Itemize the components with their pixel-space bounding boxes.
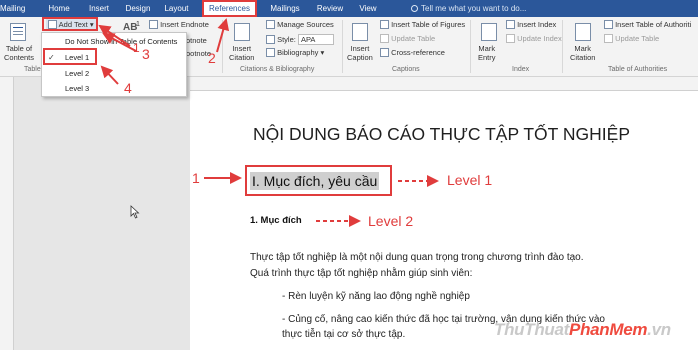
index-group-label: Index [512,66,530,73]
level-1-highlight-box [43,48,97,65]
tell-me-text: Tell me what you want to do... [421,4,527,13]
update-index-icon [506,34,515,43]
update-table-authorities-button[interactable]: Update Table [604,34,659,43]
add-text-highlight-box [42,17,98,31]
menu-item-level-3[interactable]: Level 3 [42,81,186,96]
insert-index-button[interactable]: Insert Index [506,20,556,29]
group-divider [562,20,563,73]
next-footnote-fragment[interactable]: otnote [186,36,207,45]
endnote-icon [149,20,158,29]
style-icon [266,35,275,44]
insert-table-of-figures-button[interactable]: Insert Table of Figures [380,20,465,29]
insert-citation-icon[interactable] [234,23,250,41]
authorities-group-label: Table of Authorities [608,66,668,73]
mark-citation-icon[interactable] [575,23,591,41]
table-of-figures-icon [380,20,389,29]
watermark-part-2: PhanMem [569,320,648,339]
paragraph-3: thực tiễn tại cơ sở thực tập. [282,329,406,340]
tab-layout[interactable]: Layout [160,1,193,16]
mark-entry-icon[interactable] [481,23,497,41]
mouse-cursor-icon [130,205,140,219]
annotation-number-4: 4 [124,80,132,96]
insert-table-of-authorities-button[interactable]: Insert Table of Authoriti [604,20,691,29]
group-divider [342,20,343,73]
watermark-part-1: ThuThuat [494,320,570,339]
annotation-number-1-doc: 1 [192,170,200,186]
mark-entry-button[interactable]: Mark Entry [478,44,496,62]
heading-2[interactable]: 1. Mục đích [250,215,302,226]
update-table-button[interactable]: Update Table [380,34,435,43]
update-table-icon [380,34,389,43]
tell-me-search[interactable]: Tell me what you want to do... [411,1,526,16]
style-select[interactable]: APA [297,34,334,45]
ribbon-tab-bar: Mailing Home Insert Design Layout Refere… [0,0,698,17]
update-table-label: Update Table [391,34,436,43]
captions-group-label: Captions [392,66,420,73]
tab-mailings[interactable]: Mailings [265,1,305,16]
update-table-authorities-icon [604,34,613,43]
insert-table-of-authorities-label: Insert Table of Authoriti [615,20,692,29]
insert-caption-icon[interactable] [352,23,368,41]
manage-sources-button[interactable]: Manage Sources [266,20,334,29]
table-of-authorities-icon [604,20,613,29]
paragraph-2: Quá trình thực tập tốt nghiệp nhằm giúp … [250,268,473,279]
tab-review[interactable]: Review [313,1,347,16]
insert-endnote-label: Insert Endnote [160,20,209,29]
horizontal-ruler [190,77,698,91]
insert-citation-button[interactable]: Insert Citation [229,44,254,62]
tab-insert[interactable]: Insert [84,1,114,16]
table-of-contents-button[interactable]: Table of Contents [4,44,34,62]
bibliography-label: Bibliography [277,48,319,57]
cross-reference-icon [380,48,389,57]
annotation-number-2: 2 [208,50,216,66]
superscript-marker: 1 [136,21,140,28]
annotation-level-1: Level 1 [447,172,493,188]
manage-sources-label: Manage Sources [277,20,334,29]
tab-file[interactable]: Mailing [0,1,25,16]
menu-item-level-2[interactable]: Level 2 [42,66,186,81]
bibliography-icon [266,48,275,57]
update-index-label: Update Index [517,34,562,43]
annotation-level-2: Level 2 [368,213,414,229]
cross-reference-button[interactable]: Cross-reference [380,48,445,57]
annotation-number-3: 3 [142,46,150,62]
bibliography-button[interactable]: Bibliography ▾ [266,48,324,57]
cross-reference-label: Cross-reference [391,48,445,57]
menu-item-do-not-show[interactable]: Do Not Show in Table of Contents [42,34,186,49]
group-divider [470,20,471,73]
update-table-authorities-label: Update Table [615,34,660,43]
tab-references[interactable]: References [202,0,257,17]
heading-highlight-box [245,165,392,196]
tab-design[interactable]: Design [121,1,155,16]
insert-table-of-figures-label: Insert Table of Figures [391,20,466,29]
toc-group-label: Table [24,66,41,73]
table-of-contents-icon[interactable] [10,23,26,41]
document-page[interactable]: NỘI DUNG BÁO CÁO THỰC TẬP TỐT NGHIỆP I. … [190,91,698,350]
mark-citation-button[interactable]: Mark Citation [570,44,595,62]
style-label: Style: [277,35,296,44]
tab-home[interactable]: Home [42,1,76,16]
annotation-number-1-top: 1 [133,41,140,55]
update-index-button[interactable]: Update Index [506,34,562,43]
bullet-1: - Rèn luyện kỹ năng lao động nghề nghiệp [282,291,470,302]
left-pane [0,77,190,350]
insert-caption-button[interactable]: Insert Caption [347,44,373,62]
manage-sources-icon [266,20,275,29]
watermark-part-3: .vn [647,320,671,339]
group-divider [222,20,223,73]
lightbulb-icon [411,5,418,12]
citations-group-label: Citations & Bibliography [240,66,315,73]
document-title: NỘI DUNG BÁO CÁO THỰC TẬP TỐT NGHIỆP [253,124,631,144]
tab-view[interactable]: View [355,1,381,16]
insert-index-label: Insert Index [517,20,557,29]
vertical-ruler [0,77,14,350]
insert-endnote-button[interactable]: Insert Endnote [149,20,209,29]
style-selector[interactable]: Style: APA [266,34,334,45]
paragraph-1: Thực tập tốt nghiệp là một nội dung quan… [250,252,584,263]
insert-index-icon [506,20,515,29]
site-watermark: ThuThuatPhanMem.vn [494,320,671,340]
